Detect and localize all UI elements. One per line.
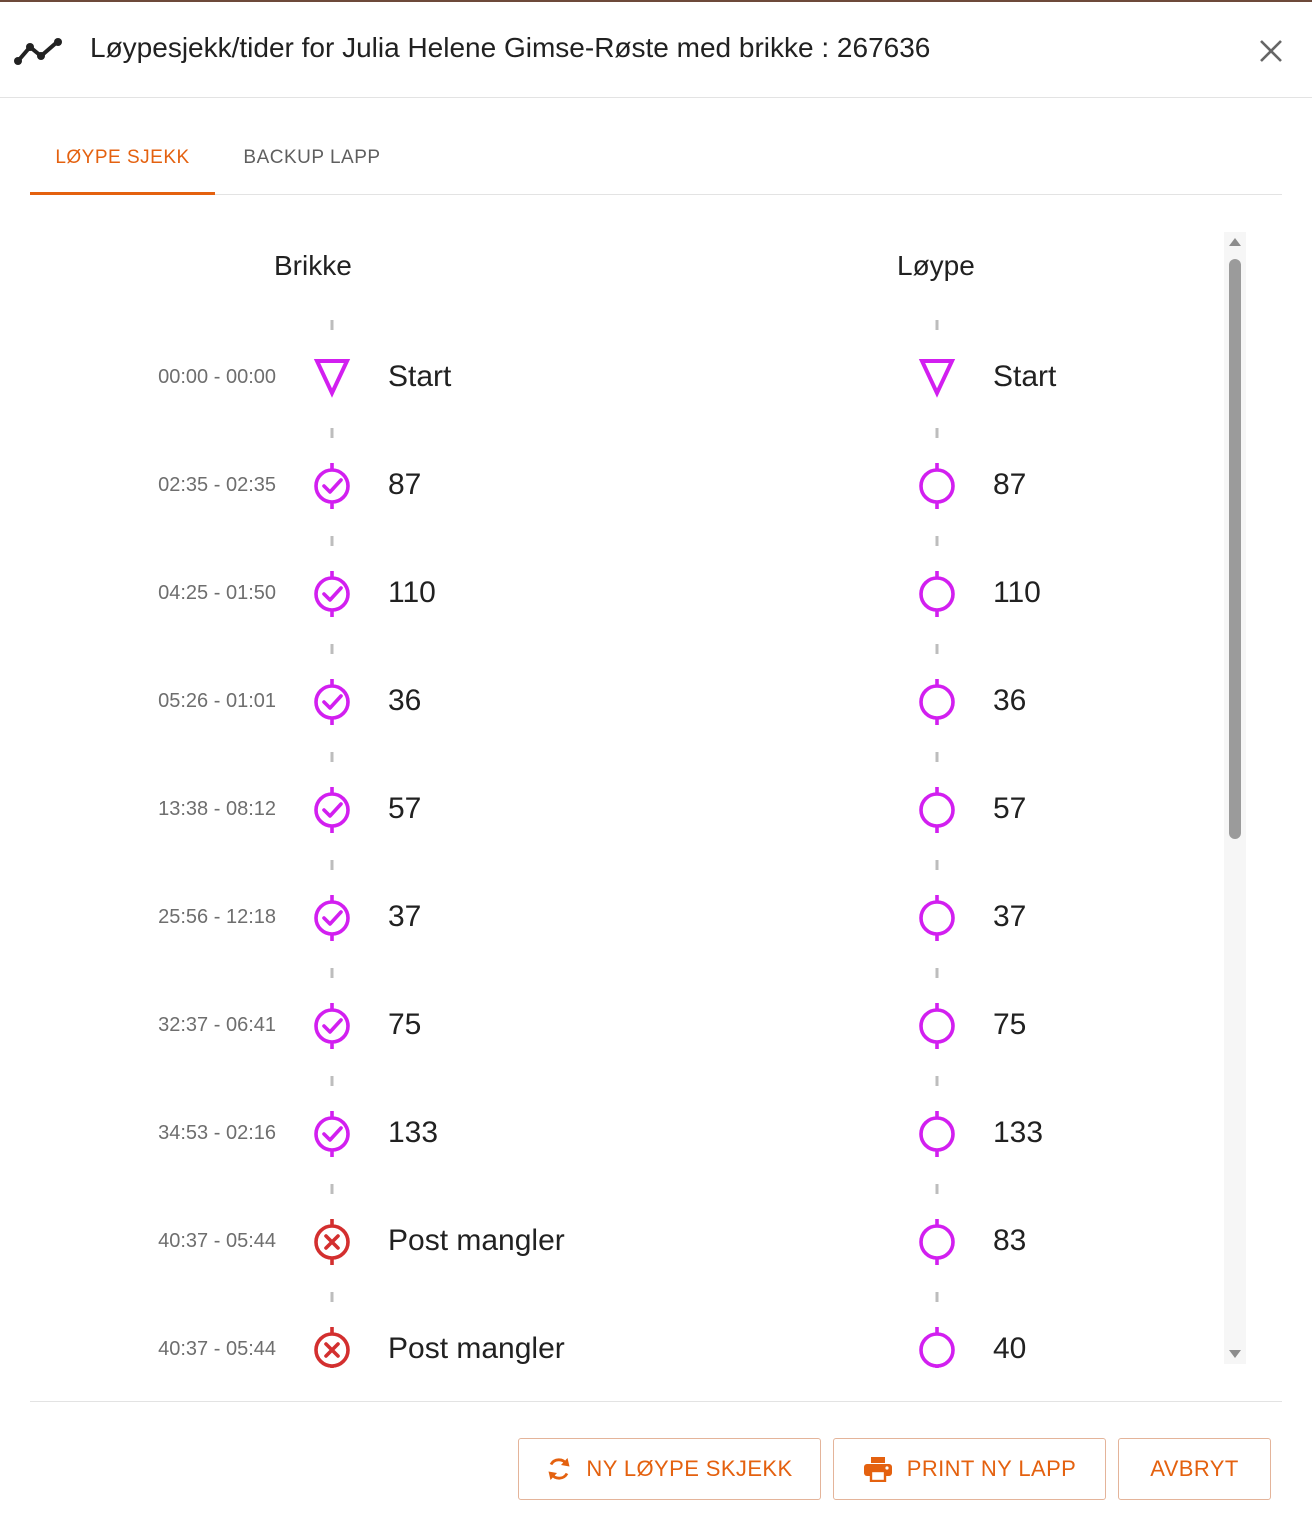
split-time: 04:25 - 01:50 bbox=[158, 582, 276, 604]
new-course-check-button[interactable]: NY LØYPE SKJEKK bbox=[518, 1438, 821, 1500]
loype-control-label: 57 bbox=[993, 792, 1027, 825]
scrollbar-thumb[interactable] bbox=[1229, 259, 1241, 839]
split-time: 13:38 - 08:12 bbox=[158, 798, 276, 820]
split-time: 05:26 - 01:01 bbox=[158, 690, 276, 712]
cancel-button[interactable]: AVBRYT bbox=[1118, 1438, 1271, 1500]
loype-control-label: 133 bbox=[993, 1116, 1044, 1149]
button-label: PRINT NY LAPP bbox=[906, 1456, 1077, 1481]
scroll-up-arrow-icon[interactable] bbox=[1228, 237, 1242, 247]
tab-label: LØYPE SJEKK bbox=[55, 147, 190, 168]
control-circle-icon bbox=[919, 679, 955, 725]
brikke-control-label: 75 bbox=[388, 1008, 422, 1041]
missing-x-icon bbox=[314, 1219, 350, 1265]
control-circle-icon bbox=[919, 895, 955, 941]
start-triangle-icon bbox=[313, 359, 351, 398]
brikke-control-label: 87 bbox=[388, 468, 422, 501]
control-circle-icon bbox=[919, 571, 955, 617]
brikke-control-label: Start bbox=[388, 360, 452, 393]
brikke-control-label: Post mangler bbox=[388, 1224, 565, 1257]
close-icon[interactable] bbox=[1255, 35, 1287, 67]
control-check-icon bbox=[314, 463, 350, 509]
control-circle-icon bbox=[919, 1111, 955, 1157]
course-check-list[interactable]: Brikke Løype 00:00 - 00:00 Start Start 02:3… bbox=[30, 228, 1252, 1368]
split-time: 25:56 - 12:18 bbox=[158, 906, 276, 928]
control-check-icon bbox=[314, 787, 350, 833]
loype-control-label: 36 bbox=[993, 684, 1027, 717]
split-time: 40:37 - 05:44 bbox=[158, 1230, 276, 1252]
split-time: 32:37 - 06:41 bbox=[158, 1014, 276, 1036]
split-time: 00:00 - 00:00 bbox=[158, 366, 276, 388]
loype-control-label: 40 bbox=[993, 1332, 1027, 1365]
button-label: AVBRYT bbox=[1150, 1456, 1239, 1481]
footer-divider bbox=[30, 1401, 1282, 1402]
brikke-control-label: 133 bbox=[388, 1116, 439, 1149]
control-check-icon bbox=[314, 1003, 350, 1049]
button-label: NY LØYPE SKJEKK bbox=[586, 1456, 793, 1481]
split-time: 40:37 - 05:44 bbox=[158, 1338, 276, 1360]
loype-control-label: 110 bbox=[993, 576, 1041, 609]
refresh-icon bbox=[548, 1458, 570, 1480]
printer-icon bbox=[863, 1457, 892, 1482]
scrollbar[interactable] bbox=[1224, 232, 1246, 1364]
loype-control-label: 83 bbox=[993, 1224, 1027, 1257]
dialog-header: Løypesjekk/tider for Julia Helene Gimse-… bbox=[0, 2, 1312, 98]
control-check-icon bbox=[314, 1111, 350, 1157]
tab-label: BACKUP LAPP bbox=[243, 147, 381, 168]
loype-control-label: 87 bbox=[993, 468, 1027, 501]
split-time: 02:35 - 02:35 bbox=[158, 474, 276, 496]
brikke-control-label: 36 bbox=[388, 684, 422, 717]
control-circle-icon bbox=[919, 1327, 955, 1368]
brikke-control-label: 37 bbox=[388, 900, 422, 933]
loype-control-label: 37 bbox=[993, 900, 1027, 933]
control-check-icon bbox=[314, 679, 350, 725]
scroll-down-arrow-icon[interactable] bbox=[1228, 1349, 1242, 1359]
control-check-icon bbox=[314, 895, 350, 941]
missing-x-icon bbox=[314, 1327, 350, 1368]
tab-bar: LØYPE SJEKK BACKUP LAPP bbox=[30, 120, 1282, 195]
brikke-control-label: Post mangler bbox=[388, 1332, 565, 1365]
control-circle-icon bbox=[919, 1219, 955, 1265]
loype-control-label: 75 bbox=[993, 1008, 1027, 1041]
control-circle-icon bbox=[919, 1003, 955, 1049]
brikke-control-label: 57 bbox=[388, 792, 422, 825]
dialog-title: Løypesjekk/tider for Julia Helene Gimse-… bbox=[90, 32, 931, 63]
brikke-control-label: 110 bbox=[388, 576, 436, 609]
start-triangle-icon bbox=[918, 359, 956, 398]
control-check-icon bbox=[314, 571, 350, 617]
control-circle-icon bbox=[919, 787, 955, 833]
print-new-slip-button[interactable]: PRINT NY LAPP bbox=[833, 1438, 1106, 1500]
route-icon bbox=[14, 38, 62, 65]
split-time: 34:53 - 02:16 bbox=[158, 1122, 276, 1144]
control-circle-icon bbox=[919, 463, 955, 509]
loype-control-label: Start bbox=[993, 360, 1057, 393]
tab-backup-lapp[interactable]: BACKUP LAPP bbox=[220, 120, 404, 194]
tab-active-indicator bbox=[30, 192, 215, 195]
tab-loype-sjekk[interactable]: LØYPE SJEKK bbox=[30, 120, 215, 195]
